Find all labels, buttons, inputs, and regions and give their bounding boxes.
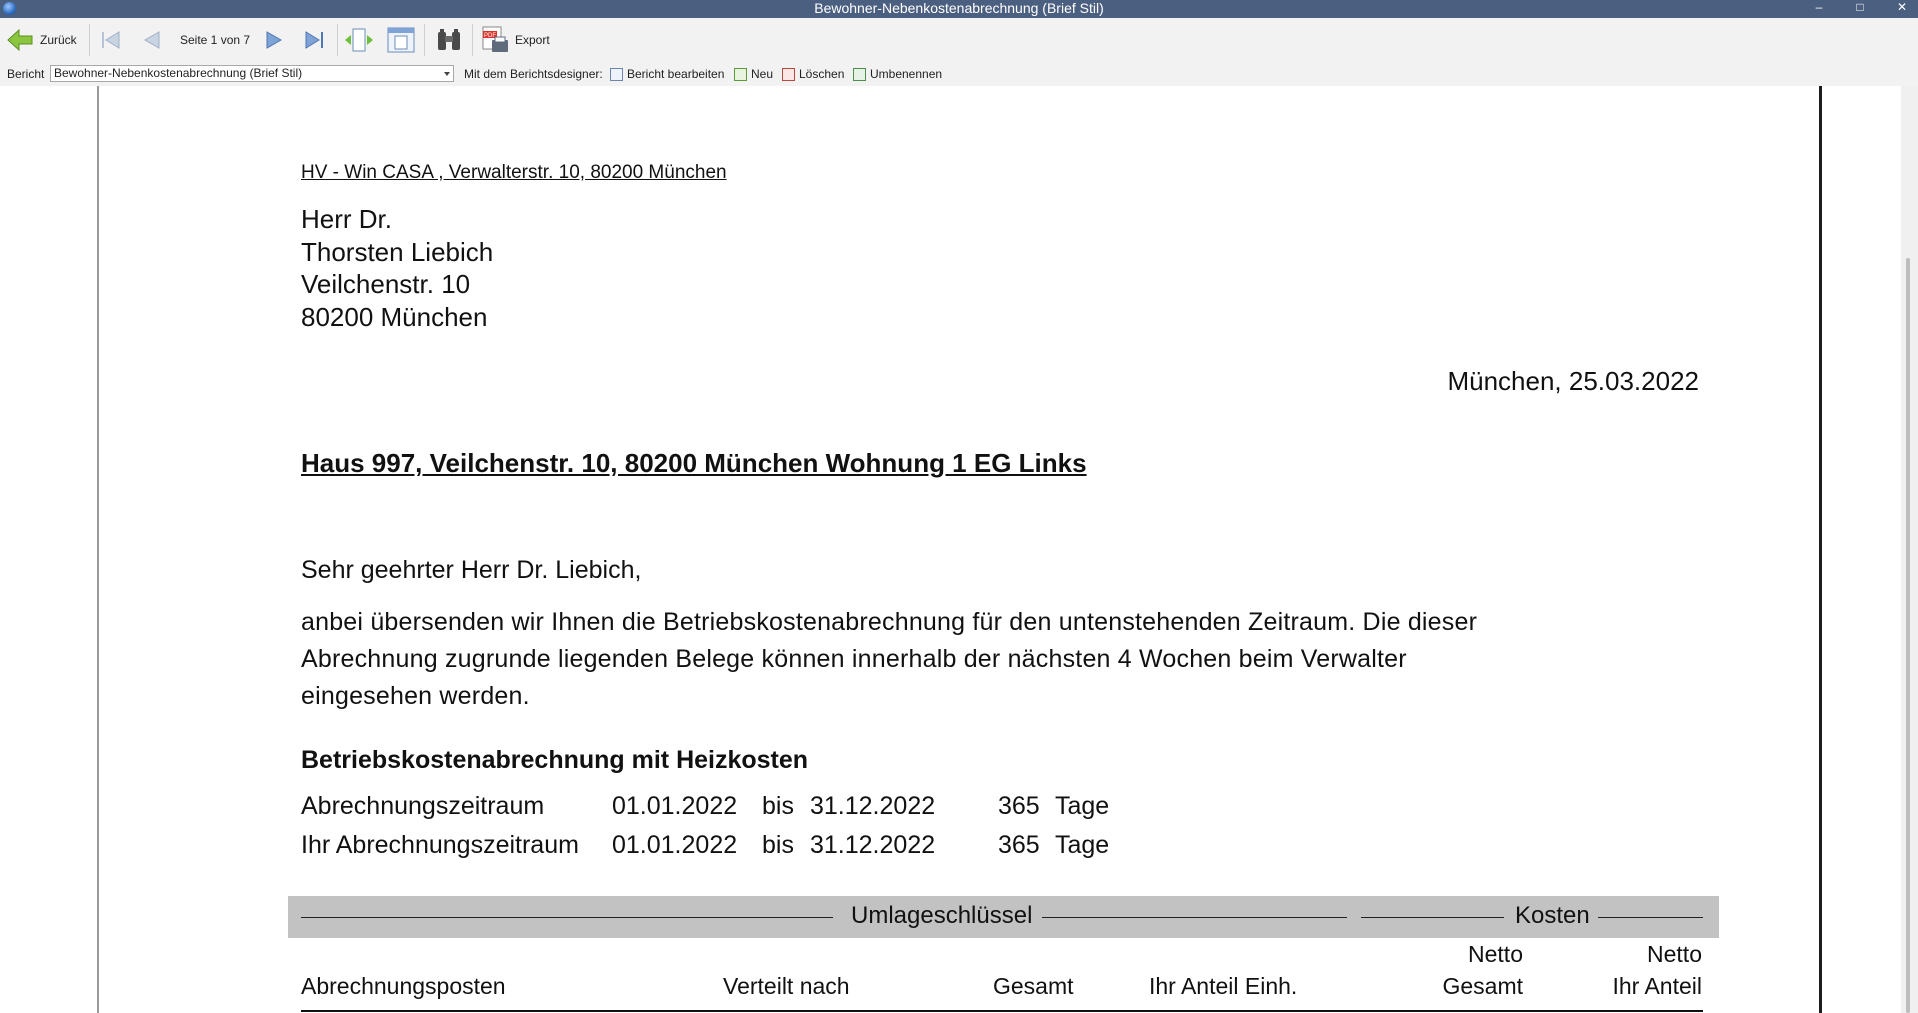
body-line: Abrechnung zugrunde liegenden Belege kön… — [301, 645, 1407, 673]
report-page: HV - Win CASA , Verwalterstr. 10, 80200 … — [0, 0, 1918, 1013]
period-to: 31.12.2022 — [810, 831, 936, 859]
column-header-netto-gesamt: Gesamt — [1442, 973, 1523, 999]
header-bottom-rule — [301, 1010, 1703, 1012]
period-to: 31.12.2022 — [810, 792, 936, 820]
period-label: Abrechnungszeitraum — [301, 792, 545, 820]
period-bis: bis — [762, 831, 794, 859]
period-label: Ihr Abrechnungszeitraum — [301, 831, 579, 859]
header-rule — [1042, 917, 1347, 918]
period-days: 365 — [998, 792, 1040, 820]
body-line: eingesehen werden. — [301, 682, 530, 710]
greeting: Sehr geehrter Herr Dr. Liebich, — [301, 556, 642, 584]
date-line: München, 25.03.2022 — [1447, 366, 1699, 396]
column-header-anteil: Ihr Anteil Einh. — [1149, 973, 1298, 999]
column-header-netto-anteil: Ihr Anteil — [1612, 973, 1703, 999]
column-header-posten: Abrechnungsposten — [301, 973, 506, 999]
section-title: Betriebskostenabrechnung mit Heizkosten — [301, 746, 809, 774]
period-from: 01.01.2022 — [612, 792, 738, 820]
recipient-line: Veilchenstr. 10 — [301, 269, 471, 299]
recipient-line: Thorsten Liebich — [301, 237, 494, 267]
period-unit: Tage — [1055, 831, 1110, 859]
recipient-line: Herr Dr. — [301, 204, 392, 234]
group-header-umlage: Umlageschlüssel — [851, 902, 1033, 929]
sender-line: HV - Win CASA , Verwalterstr. 10, 80200 … — [301, 162, 727, 183]
subject-line: Haus 997, Veilchenstr. 10, 80200 München… — [301, 448, 1087, 478]
header-rule — [1361, 917, 1504, 918]
period-from: 01.01.2022 — [612, 831, 738, 859]
column-header-netto-top: Netto — [1468, 941, 1523, 967]
recipient-line: 80200 München — [301, 302, 488, 332]
column-header-verteilt: Verteilt nach — [723, 973, 850, 999]
period-days: 365 — [998, 831, 1040, 859]
body-line: anbei übersenden wir Ihnen die Betriebsk… — [301, 608, 1478, 636]
header-rule — [1598, 917, 1703, 918]
period-bis: bis — [762, 792, 794, 820]
column-header-gesamt: Gesamt — [993, 973, 1074, 999]
column-header-netto-top: Netto — [1647, 941, 1702, 967]
group-header-kosten: Kosten — [1515, 902, 1590, 929]
header-rule — [301, 917, 833, 918]
period-unit: Tage — [1055, 792, 1110, 820]
